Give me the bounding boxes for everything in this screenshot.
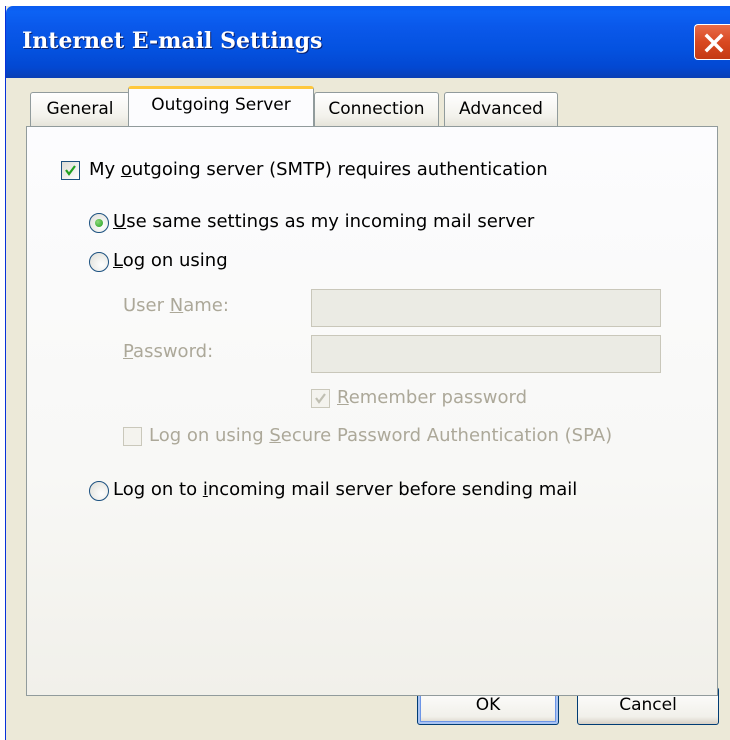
access-key: U (113, 211, 127, 232)
requires-auth-label[interactable]: My outgoing server (SMTP) requires authe… (89, 159, 548, 180)
label-text: og on using (122, 250, 228, 271)
label-text: Log on to (113, 479, 203, 500)
label-text: ncoming mail server before sending mail (207, 479, 578, 500)
checkmark-icon (315, 393, 326, 404)
close-icon (704, 33, 724, 53)
tab-label: Connection (328, 99, 425, 119)
password-input[interactable] (311, 335, 661, 373)
tab-connection[interactable]: Connection (314, 92, 439, 126)
tab-label: General (46, 99, 114, 119)
label-text: ame: (183, 295, 229, 316)
title-bar[interactable]: Internet E-mail Settings (6, 6, 730, 78)
radio-selected-dot (95, 219, 103, 227)
label-text: My (89, 159, 121, 180)
label-text: Log on using (149, 425, 270, 446)
log-on-incoming-radio[interactable] (89, 481, 109, 501)
access-key: o (120, 159, 132, 180)
label-text: assword: (133, 341, 214, 362)
access-key: P (123, 341, 134, 362)
access-key: S (269, 425, 281, 446)
requires-auth-checkbox[interactable] (61, 161, 80, 180)
label-text: emember password (348, 387, 527, 408)
close-button[interactable] (694, 24, 730, 60)
tab-label: Advanced (459, 99, 543, 119)
password-label: Password: (123, 341, 213, 362)
use-same-settings-radio[interactable] (89, 213, 109, 233)
label-text: se same settings as my incoming mail ser… (126, 211, 535, 232)
checkmark-icon (65, 165, 76, 176)
tab-label: Outgoing Server (151, 95, 291, 115)
remember-password-label[interactable]: Remember password (337, 387, 527, 408)
user-name-label: User Name: (123, 295, 229, 316)
log-on-incoming-label[interactable]: Log on to incoming mail server before se… (113, 479, 577, 500)
spa-checkbox[interactable] (123, 427, 142, 446)
remember-password-checkbox[interactable] (311, 389, 330, 408)
tab-advanced[interactable]: Advanced (444, 92, 558, 126)
access-key: N (169, 295, 184, 316)
user-name-input[interactable] (311, 289, 661, 327)
access-key: R (337, 387, 349, 408)
dialog-window: Internet E-mail Settings General Outgoin… (5, 6, 730, 740)
tab-general[interactable]: General (30, 92, 130, 126)
label-text: User (123, 295, 170, 316)
use-same-settings-label[interactable]: Use same settings as my incoming mail se… (113, 211, 534, 232)
label-text: ecure Password Authentication (SPA) (280, 425, 613, 446)
window-title: Internet E-mail Settings (22, 28, 323, 54)
access-key: L (113, 250, 123, 271)
outgoing-server-panel: My outgoing server (SMTP) requires authe… (26, 126, 718, 696)
log-on-using-radio[interactable] (89, 252, 109, 272)
spa-label[interactable]: Log on using Secure Password Authenticat… (149, 425, 612, 446)
tab-outgoing-server[interactable]: Outgoing Server (128, 86, 314, 126)
log-on-using-label[interactable]: Log on using (113, 250, 228, 271)
label-text: utgoing server (SMTP) requires authentic… (131, 159, 548, 180)
